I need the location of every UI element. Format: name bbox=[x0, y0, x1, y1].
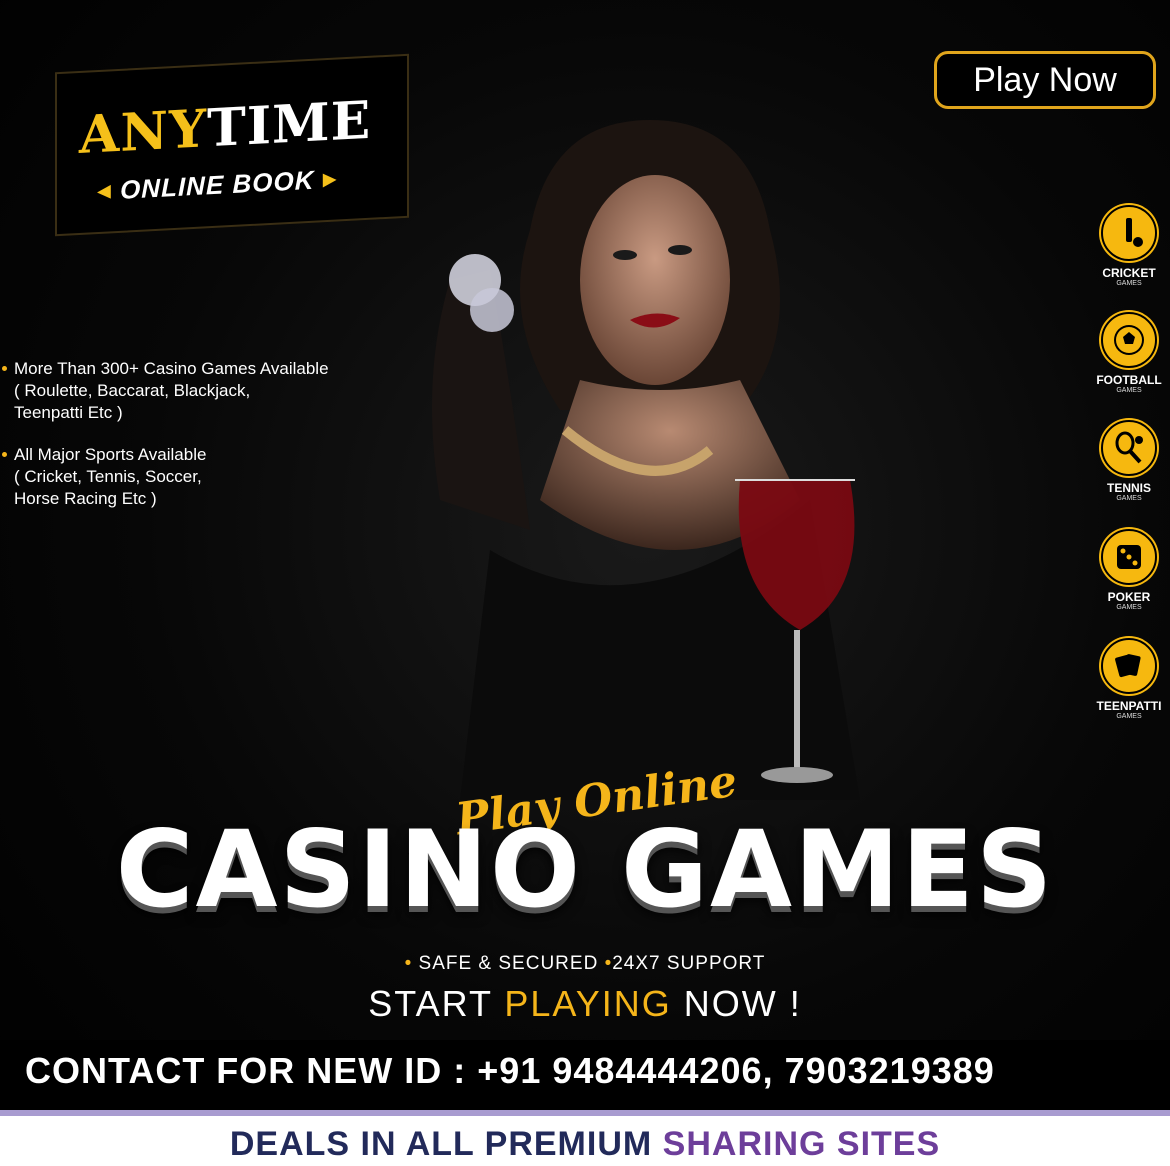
feature-line: ( Roulette, Baccarat, Blackjack, bbox=[14, 381, 251, 400]
sport-item-tennis[interactable]: TENNIS GAMES bbox=[1088, 420, 1170, 503]
contact-bar: CONTACT FOR NEW ID : +91 9484444206, 790… bbox=[0, 1040, 1170, 1116]
badge-safe: SAFE & SECURED bbox=[418, 953, 599, 974]
sport-item-cricket[interactable]: CRICKET GAMES bbox=[1088, 205, 1170, 288]
feature-line: All Major Sports Available bbox=[14, 445, 207, 464]
cta-line: START PLAYING NOW ! bbox=[0, 983, 1170, 1025]
bullet-icon bbox=[2, 452, 7, 457]
sport-item-football[interactable]: FOOTBALL GAMES bbox=[1088, 312, 1170, 395]
brand-logo: ANYTIME ◀ ONLINE BOOK ▶ bbox=[55, 53, 409, 237]
sport-label: TEENPATTI bbox=[1096, 699, 1162, 713]
cricket-icon bbox=[1101, 205, 1157, 261]
contact-text: CONTACT FOR NEW ID : +91 9484444206, 790… bbox=[25, 1050, 995, 1091]
feature-item-sports: All Major Sports Available ( Cricket, Te… bbox=[0, 444, 400, 510]
sport-label: CRICKET bbox=[1102, 266, 1156, 280]
sport-sublabel: GAMES bbox=[1116, 604, 1142, 611]
feature-line: More Than 300+ Casino Games Available bbox=[14, 359, 329, 378]
sport-label: POKER bbox=[1107, 590, 1151, 604]
bullet-icon: • bbox=[404, 953, 413, 974]
feature-list: More Than 300+ Casino Games Available ( … bbox=[0, 358, 400, 530]
cta-now: NOW ! bbox=[683, 983, 802, 1024]
deals-part2: SHARING SITES bbox=[662, 1125, 941, 1163]
sport-label: TENNIS bbox=[1106, 481, 1151, 495]
sport-label: FOOTBALL bbox=[1096, 373, 1162, 387]
logo-word-any: ANY bbox=[79, 98, 207, 167]
bullet-icon bbox=[2, 366, 7, 371]
sport-item-teenpatti[interactable]: TEENPATTI GAMES bbox=[1088, 638, 1170, 721]
triangle-left-icon: ◀ bbox=[97, 180, 112, 202]
feature-item-casino: More Than 300+ Casino Games Available ( … bbox=[0, 358, 400, 424]
feature-line: Teenpatti Etc ) bbox=[14, 403, 123, 422]
badge-line: • SAFE & SECURED •24X7 SUPPORT bbox=[0, 953, 1170, 975]
feature-line: Horse Racing Etc ) bbox=[14, 489, 157, 508]
sport-sublabel: GAMES bbox=[1116, 280, 1142, 287]
sport-sublabel: GAMES bbox=[1116, 387, 1142, 394]
tennis-icon bbox=[1101, 420, 1157, 476]
play-now-button[interactable]: Play Now bbox=[934, 51, 1156, 109]
logo-word-time: TIME bbox=[207, 89, 372, 160]
deals-text: DEALS IN ALL PREMIUM SHARING SITES bbox=[0, 1116, 1170, 1166]
poster: ANYTIME ◀ ONLINE BOOK ▶ Play Now More Th… bbox=[0, 0, 1170, 1166]
sport-sublabel: GAMES bbox=[1116, 713, 1142, 720]
logo-subtitle: ◀ ONLINE BOOK ▶ bbox=[97, 163, 338, 207]
logo-subtitle-text: ONLINE BOOK bbox=[120, 164, 315, 205]
logo-title: ANYTIME bbox=[79, 90, 371, 166]
model-photo bbox=[432, 120, 860, 800]
triangle-right-icon: ▶ bbox=[322, 168, 338, 190]
sport-sublabel: GAMES bbox=[1116, 495, 1142, 502]
feature-line: ( Cricket, Tennis, Soccer, bbox=[14, 467, 202, 486]
headline-title: CASINO GAMES bbox=[115, 808, 1055, 931]
badge-support: 24X7 SUPPORT bbox=[612, 953, 766, 974]
cta-start: START bbox=[368, 983, 493, 1024]
dice-icon bbox=[1101, 529, 1157, 585]
cards-icon bbox=[1101, 638, 1157, 694]
cta-playing: PLAYING bbox=[504, 983, 672, 1024]
sport-item-poker[interactable]: POKER GAMES bbox=[1088, 529, 1170, 612]
deals-bar: DEALS IN ALL PREMIUM SHARING SITES bbox=[0, 1116, 1170, 1166]
deals-part1: DEALS IN ALL PREMIUM bbox=[229, 1125, 653, 1163]
football-icon bbox=[1101, 312, 1157, 368]
